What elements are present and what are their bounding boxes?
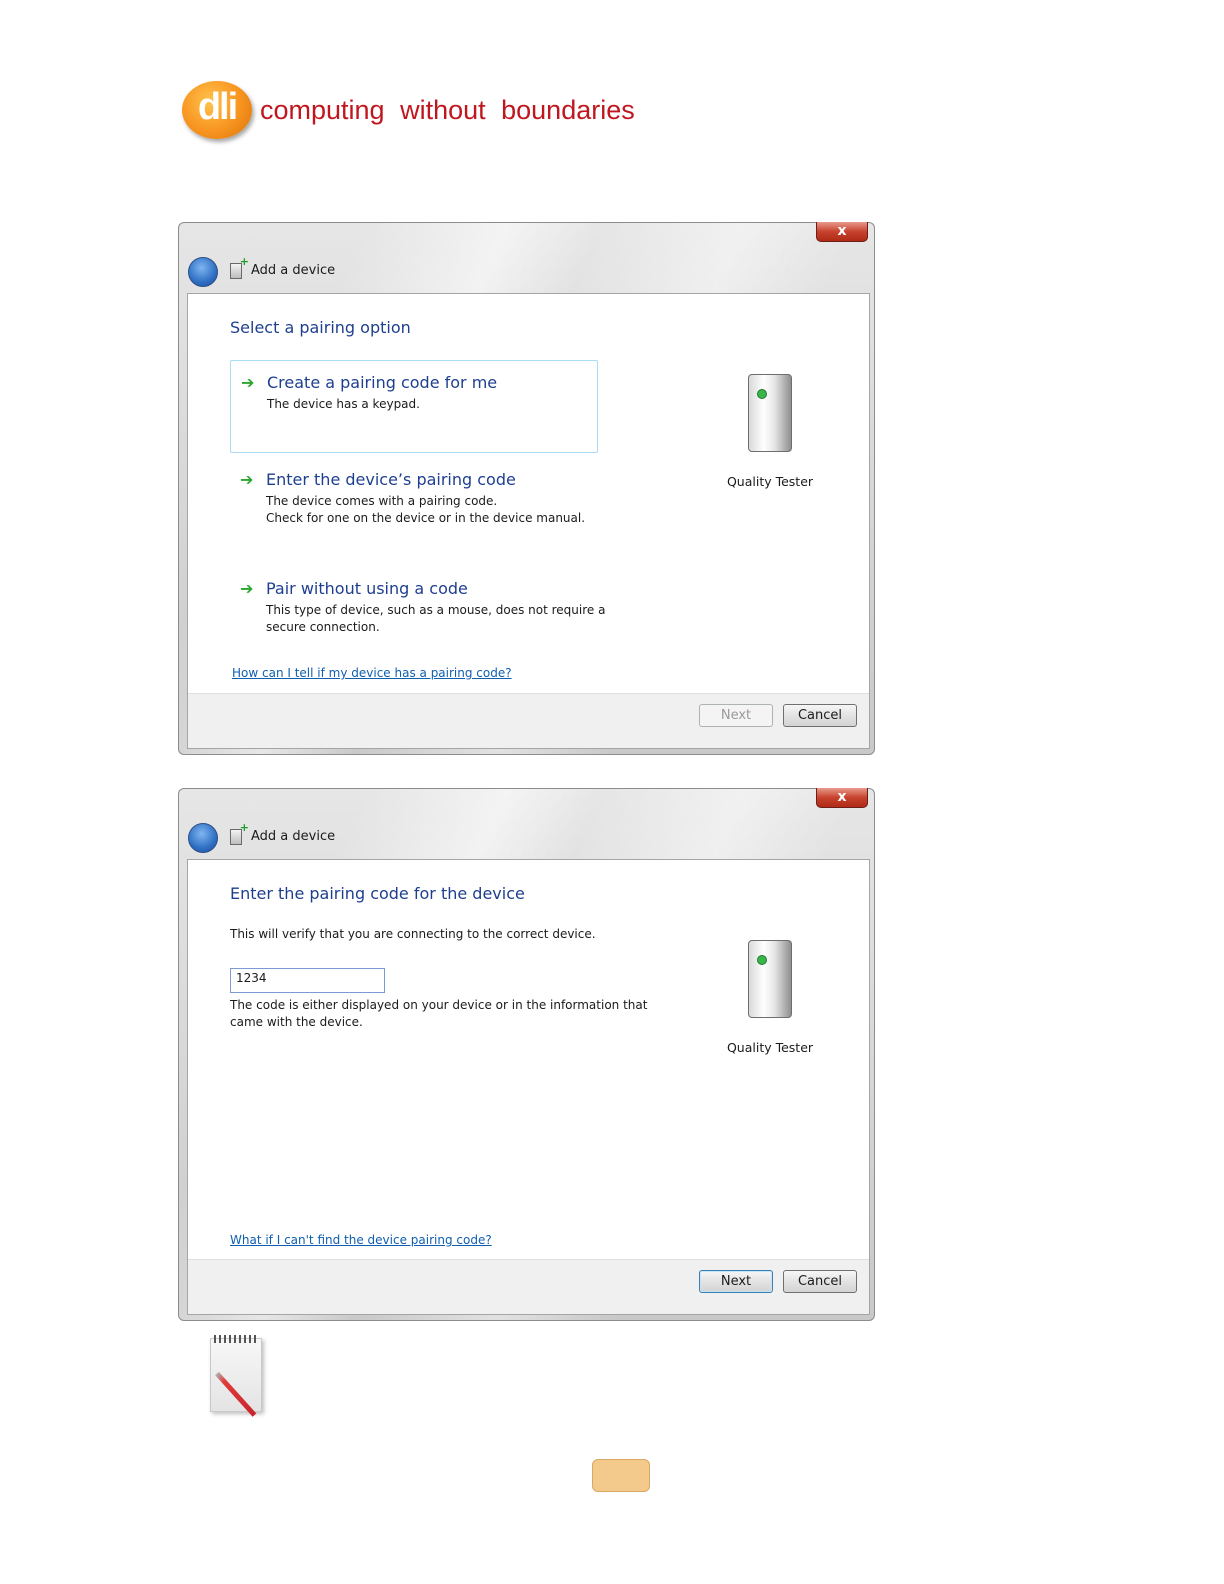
option-description: This type of device, such as a mouse, do…: [266, 602, 606, 636]
device-name: Quality Tester: [726, 474, 814, 489]
close-button[interactable]: x: [816, 222, 868, 242]
hint-line: came with the device.: [230, 1015, 363, 1029]
green-arrow-icon: ➔: [240, 470, 254, 489]
page-number-tab: [592, 1459, 650, 1492]
back-arrow-icon[interactable]: [188, 823, 218, 853]
next-button[interactable]: Next: [699, 704, 773, 727]
back-arrow-icon[interactable]: [188, 257, 218, 287]
page-heading: Select a pairing option: [230, 318, 411, 337]
next-button[interactable]: Next: [699, 1270, 773, 1293]
brand-header: dli computing without boundaries: [182, 78, 635, 142]
intro-text: This will verify that you are connecting…: [230, 927, 596, 941]
device-body: [748, 374, 792, 452]
option-enter-device-code[interactable]: ➔ Enter the device’s pairing code The de…: [230, 458, 598, 530]
device-name: Quality Tester: [726, 1040, 814, 1055]
option-title: Create a pairing code for me: [267, 373, 498, 392]
description-line: This type of device, such as a mouse, do…: [266, 603, 606, 617]
green-arrow-icon: ➔: [241, 373, 255, 392]
option-title: Pair without using a code: [266, 579, 468, 598]
option-description: The device comes with a pairing code. Ch…: [266, 493, 606, 527]
help-link-pairing-code[interactable]: How can I tell if my device has a pairin…: [232, 666, 512, 680]
dialog-footer: Next Cancel: [188, 693, 869, 748]
notepad-rings: [214, 1335, 258, 1343]
dialog-title: Add a device: [251, 263, 336, 278]
cancel-button[interactable]: Cancel: [783, 704, 857, 727]
dli-logo: dli: [182, 81, 252, 139]
tower-device-icon: [744, 940, 796, 1022]
description-line: Check for one on the device or in the de…: [266, 511, 586, 525]
option-create-pairing-code[interactable]: ➔ Create a pairing code for me The devic…: [230, 360, 598, 453]
add-device-dialog-enter-code: x Add a device Enter the pairing code fo…: [178, 788, 875, 1321]
add-device-dialog-select-option: x Add a device Select a pairing option ➔…: [178, 222, 875, 755]
notepad-icon: [210, 1335, 262, 1417]
option-title: Enter the device’s pairing code: [266, 470, 516, 489]
dialog-content: Enter the pairing code for the device Th…: [187, 859, 870, 1315]
help-link-cant-find-code[interactable]: What if I can't find the device pairing …: [230, 1233, 492, 1247]
add-device-icon: [230, 822, 249, 845]
add-device-icon: [230, 256, 249, 279]
device-preview: Quality Tester: [720, 940, 820, 1055]
dialog-footer: Next Cancel: [188, 1259, 869, 1314]
green-arrow-icon: ➔: [240, 579, 254, 598]
cancel-button[interactable]: Cancel: [783, 1270, 857, 1293]
pairing-code-input[interactable]: 1234: [230, 968, 385, 993]
description-line: The device comes with a pairing code.: [266, 494, 498, 508]
device-body: [748, 940, 792, 1018]
close-button[interactable]: x: [816, 788, 868, 808]
dialog-title: Add a device: [251, 829, 336, 844]
logo-text: dli: [197, 86, 238, 128]
page-heading: Enter the pairing code for the device: [230, 884, 525, 903]
device-led: [757, 955, 767, 965]
hint-text: The code is either displayed on your dev…: [230, 997, 647, 1031]
option-description: The device has a keypad.: [267, 397, 420, 411]
tagline: computing without boundaries: [260, 94, 635, 125]
option-pair-without-code[interactable]: ➔ Pair without using a code This type of…: [230, 567, 605, 639]
hint-line: The code is either displayed on your dev…: [230, 998, 648, 1012]
description-line: secure connection.: [266, 620, 380, 634]
tower-device-icon: [744, 374, 796, 456]
dialog-content: Select a pairing option ➔ Create a pairi…: [187, 293, 870, 749]
pencil-icon: [215, 1371, 257, 1417]
device-preview: Quality Tester: [720, 374, 820, 489]
device-led: [757, 389, 767, 399]
